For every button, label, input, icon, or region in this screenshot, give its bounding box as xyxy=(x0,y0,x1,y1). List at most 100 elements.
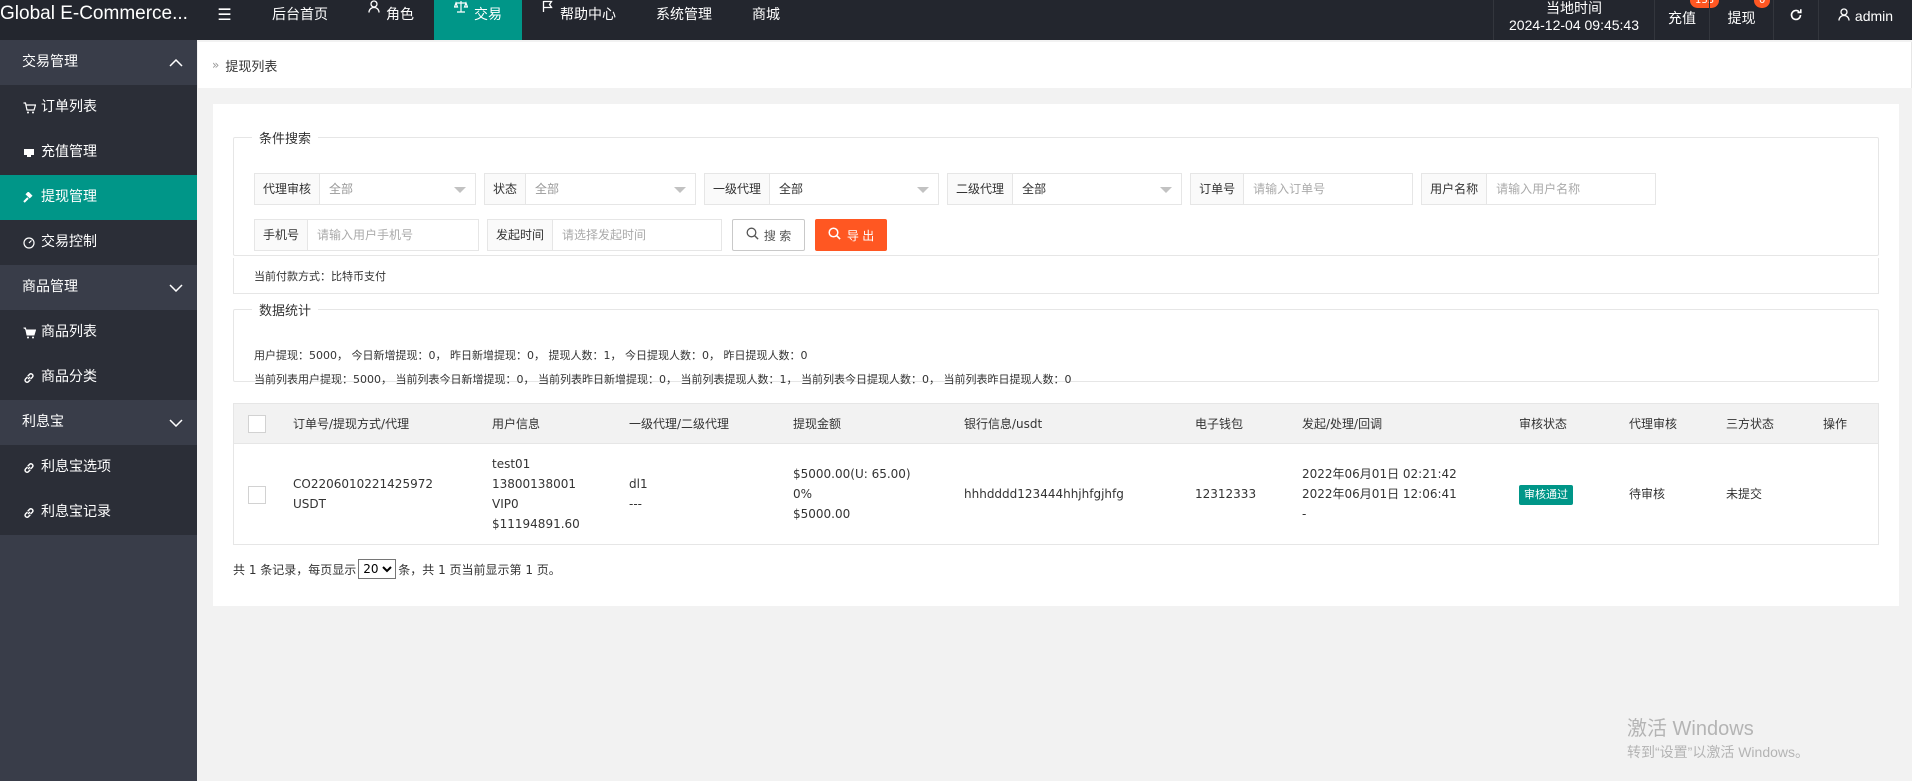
sidebar-item-lxb-options[interactable]: 利息宝选项 xyxy=(0,445,197,490)
agent-review-select[interactable]: 代理审核 全部 xyxy=(254,173,477,205)
top-bar: Global E-Commerce... ☰ 后台首页 角色 交易 帮助中心 系… xyxy=(0,0,1912,40)
cell-order: CO2206010221425972 USDT xyxy=(278,474,477,514)
agent-review-label: 代理审核 xyxy=(255,174,321,204)
nav-trade[interactable]: 交易 xyxy=(434,0,522,40)
menu-toggle-icon: ☰ xyxy=(217,5,232,24)
charge-button[interactable]: 充值 133 xyxy=(1654,0,1720,40)
phone-input[interactable] xyxy=(308,220,479,250)
col-header-agent-review: 代理审核 xyxy=(1629,416,1678,431)
user-name: admin xyxy=(1854,8,1894,24)
shopping-cart-icon xyxy=(22,327,36,339)
nav-dashboard[interactable]: 后台首页 xyxy=(252,0,348,40)
time-process: 2022年06月01日 12:06:41 xyxy=(1302,487,1457,501)
nav-system[interactable]: 系统管理 xyxy=(636,0,732,40)
pagination: 共 1 条记录，每页显示 20 条，共 1 页当前显示第 1 页。 xyxy=(233,559,561,579)
sidebar-group-trade[interactable]: 交易管理 xyxy=(0,40,197,85)
search-panel-legend: 条件搜索 xyxy=(259,132,312,147)
agent1-select[interactable]: 一级代理 全部 xyxy=(704,173,940,205)
start-time-field[interactable]: 发起时间 xyxy=(487,219,723,251)
nav-mall[interactable]: 商城 xyxy=(732,0,800,40)
sidebar-item-lxb-records[interactable]: 利息宝记录 xyxy=(0,490,197,535)
status-badge: 审核通过 xyxy=(1519,484,1573,505)
sidebar-item-trade-control[interactable]: 交易控制 xyxy=(0,220,197,265)
sidebar-item-lxb-options-label: 利息宝选项 xyxy=(41,459,111,475)
cell-third-status: 未提交 xyxy=(1726,487,1763,501)
withdraw-button[interactable]: 提现 0 xyxy=(1709,0,1773,40)
nav-mall-label: 商城 xyxy=(752,7,780,23)
sidebar-item-lxb-records-label: 利息宝记录 xyxy=(41,504,111,520)
col-header-agents: 一级代理/二级代理 xyxy=(629,416,730,431)
select-all-checkbox[interactable] xyxy=(248,415,266,433)
dropdown-arrow-icon xyxy=(917,187,930,193)
agent1-value[interactable]: 全部 xyxy=(770,174,938,204)
agent-review-value[interactable]: 全部 xyxy=(320,174,475,204)
time-callback: - xyxy=(1302,507,1307,521)
chevron-up-icon xyxy=(169,40,183,85)
main-card: 条件搜索 代理审核 全部 状态 全部 一级代理 全部 二级代理 全部 订单号 请… xyxy=(213,104,1899,606)
sidebar-group-products[interactable]: 商品管理 xyxy=(0,265,197,310)
search-row-2: 手机号 发起时间 搜 索 导 出 xyxy=(254,219,888,251)
withdraw-amount: $5000.00(U: 65.00) xyxy=(793,467,911,481)
cell-wallet: 12312333 xyxy=(1195,487,1257,501)
chevron-down-icon xyxy=(169,265,183,310)
sidebar-item-recharge-label: 充值管理 xyxy=(41,144,97,160)
sidebar-item-withdraw[interactable]: 提现管理 xyxy=(0,175,197,220)
agent1-label: 一级代理 xyxy=(705,174,771,204)
cell-agent-review: 待审核 xyxy=(1629,487,1666,501)
start-time-label: 发起时间 xyxy=(488,220,554,250)
refresh-button[interactable] xyxy=(1773,0,1818,40)
user-phone: 13800138001 xyxy=(492,477,576,491)
breadcrumb-current[interactable]: 提现列表 xyxy=(225,56,277,75)
col-header-bank: 银行信息/usdt xyxy=(964,416,1043,431)
nav-system-label: 系统管理 xyxy=(656,7,712,23)
status-value[interactable]: 全部 xyxy=(526,174,695,204)
agent2-value[interactable]: 全部 xyxy=(1013,174,1181,204)
col-header-amount: 提现金额 xyxy=(793,416,842,431)
table-row: CO2206010221425972 USDT test01 138001380… xyxy=(234,444,1878,544)
export-button[interactable]: 导 出 xyxy=(815,219,888,251)
sidebar-group-trade-label: 交易管理 xyxy=(22,54,78,70)
page-size-select[interactable]: 20 xyxy=(358,559,397,579)
user-icon xyxy=(368,0,380,13)
link-icon xyxy=(22,462,36,474)
top-nav: ☰ 后台首页 角色 交易 帮助中心 系统管理 商城 xyxy=(197,0,800,40)
sidebar-item-withdraw-label: 提现管理 xyxy=(41,189,97,205)
watermark-subtitle: 转到“设置”以激活 Windows。 xyxy=(1627,744,1810,760)
agent2-select[interactable]: 二级代理 全部 xyxy=(947,173,1183,205)
order-number-field[interactable]: 订单号 xyxy=(1190,173,1414,205)
local-time-label: 当地时间 xyxy=(1546,0,1602,16)
sidebar: 交易管理 订单列表 充值管理 提现管理 交易控制 商品管理 商品列表 商品分类 … xyxy=(0,40,197,781)
double-chevron-right-icon: » xyxy=(212,58,220,72)
top-right-toolbar: 当地时间 2024-12-04 09:45:43 充值 133 提现 0 adm… xyxy=(1493,0,1912,40)
dropdown-arrow-icon xyxy=(674,187,687,193)
sidebar-group-lxb[interactable]: 利息宝 xyxy=(0,400,197,445)
sidebar-item-categories[interactable]: 商品分类 xyxy=(0,355,197,400)
withdraw-actual: $5000.00 xyxy=(793,507,851,521)
withdraw-method: USDT xyxy=(293,497,326,511)
sidebar-item-orders[interactable]: 订单列表 xyxy=(0,85,197,130)
nav-roles[interactable]: 角色 xyxy=(348,0,434,40)
windows-activation-watermark: 激活 Windows 转到“设置”以激活 Windows。 xyxy=(1627,716,1809,762)
search-icon xyxy=(746,227,759,243)
status-label: 状态 xyxy=(485,174,527,204)
sidebar-item-recharge[interactable]: 充值管理 xyxy=(0,130,197,175)
dashboard-icon xyxy=(22,236,36,249)
row-checkbox[interactable] xyxy=(248,485,266,504)
phone-field[interactable]: 手机号 xyxy=(254,219,480,251)
user-menu[interactable]: admin xyxy=(1818,0,1912,40)
username-input[interactable] xyxy=(1487,174,1656,204)
search-button[interactable]: 搜 索 xyxy=(732,219,806,251)
status-select[interactable]: 状态 全部 xyxy=(484,173,697,205)
payment-method-info: 当前付款方式：比特币支付 xyxy=(233,258,1879,294)
stats-panel-legend: 数据统计 xyxy=(259,304,312,319)
dropdown-arrow-icon xyxy=(454,187,467,193)
menu-toggle-button[interactable]: ☰ xyxy=(197,0,252,40)
sidebar-item-products[interactable]: 商品列表 xyxy=(0,310,197,355)
user-name: test01 xyxy=(492,457,531,471)
username-field[interactable]: 用户名称 xyxy=(1421,173,1657,205)
nav-help[interactable]: 帮助中心 xyxy=(522,0,636,40)
stats-line-total: 用户提现：5000， 今日新增提现：0， 昨日新增提现：0， 提现人数：1， 今… xyxy=(254,349,808,362)
start-time-input[interactable] xyxy=(553,220,722,250)
watermark-title: 激活 Windows xyxy=(1627,718,1754,740)
order-number-input[interactable] xyxy=(1244,174,1413,204)
